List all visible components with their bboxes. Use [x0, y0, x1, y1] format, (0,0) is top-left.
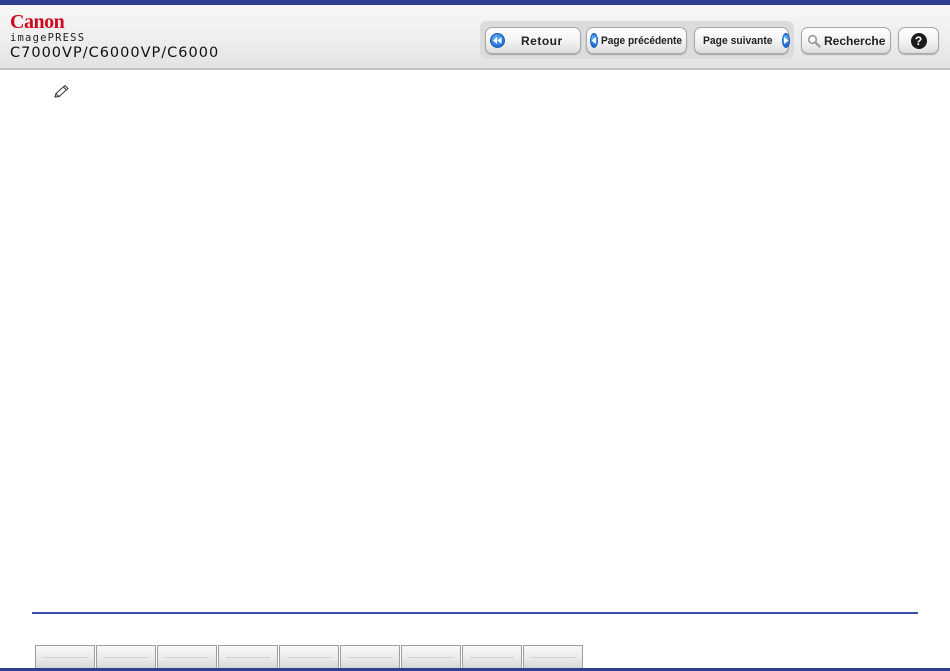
forward-arrow-icon — [781, 33, 790, 48]
footer-tab[interactable] — [462, 645, 522, 668]
footer-divider — [32, 612, 918, 614]
previous-page-label: Page précédente — [601, 34, 683, 47]
footer-tab[interactable] — [340, 645, 400, 668]
footer-tab[interactable] — [218, 645, 278, 668]
pencil-icon — [54, 84, 69, 98]
retour-label: Retour — [521, 33, 563, 48]
product-brand: imagePRESS — [10, 32, 86, 44]
back-arrow-icon — [590, 33, 598, 48]
footer-tab[interactable] — [401, 645, 461, 668]
footer-tab[interactable] — [96, 645, 156, 668]
magnifier-icon — [807, 34, 821, 48]
help-button[interactable]: ? — [898, 27, 939, 54]
product-model: C7000VP/C6000VP/C6000 — [10, 45, 220, 61]
retour-button[interactable]: Retour — [485, 27, 581, 54]
search-button[interactable]: Recherche — [801, 27, 891, 54]
footer-tab[interactable] — [279, 645, 339, 668]
canon-logo: Canon — [10, 11, 65, 33]
question-icon: ? — [910, 32, 927, 49]
double-back-arrow-icon — [490, 33, 505, 48]
footer-tab[interactable] — [523, 645, 583, 668]
footer-tab[interactable] — [35, 645, 95, 668]
search-label: Recherche — [824, 33, 886, 48]
footer-tab[interactable] — [157, 645, 217, 668]
next-page-button[interactable]: Page suivante — [694, 27, 790, 54]
next-page-label: Page suivante — [703, 34, 773, 47]
previous-page-button[interactable]: Page précédente — [586, 27, 687, 54]
